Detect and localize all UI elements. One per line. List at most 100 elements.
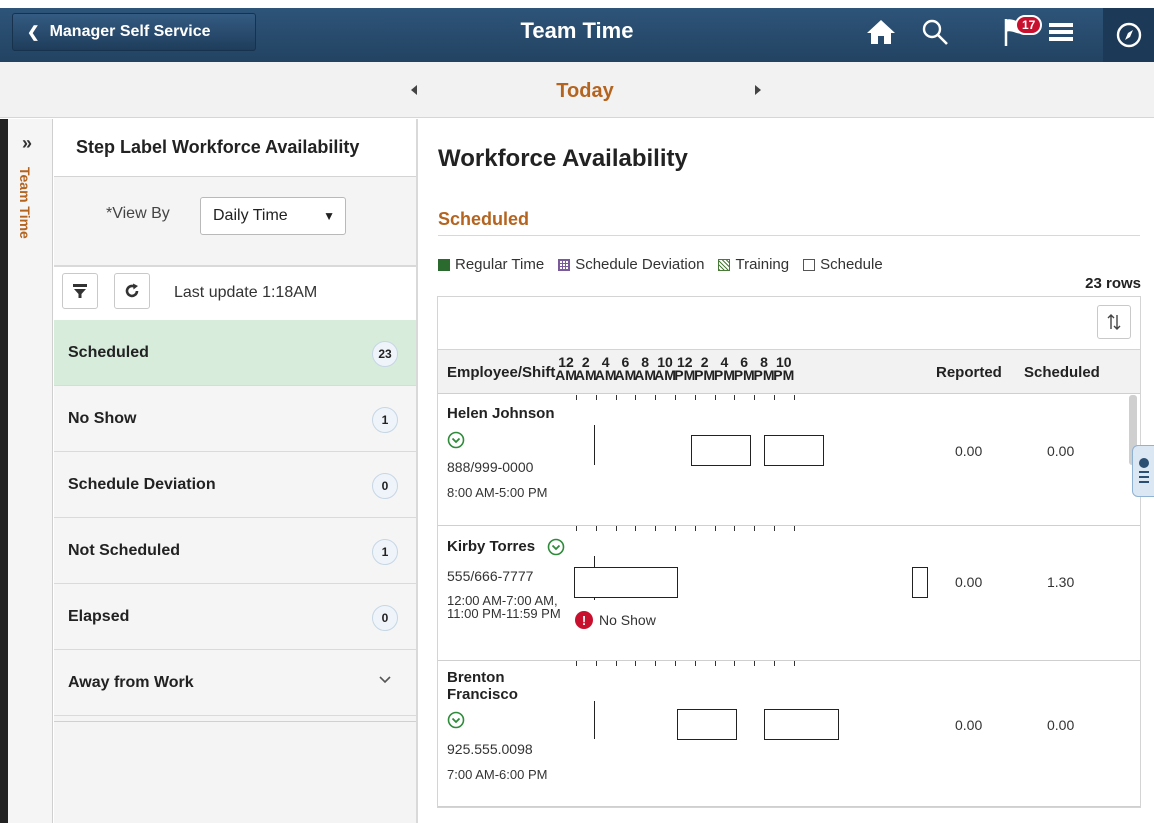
left-panel: Step Label Workforce Availability *View … [54, 119, 418, 823]
column-header-employee: Employee/Shift [447, 364, 556, 381]
schedule-bar[interactable] [764, 709, 839, 740]
category-label: Schedule Deviation [68, 475, 216, 493]
back-button[interactable]: ❮ Manager Self Service [12, 13, 256, 51]
schedule-bar[interactable] [677, 709, 737, 740]
category-schedule-deviation[interactable]: Schedule Deviation 0 [54, 452, 416, 518]
schedule-bar[interactable] [764, 435, 824, 466]
navbar-compass-icon[interactable] [1103, 8, 1154, 62]
menu-icon[interactable] [1042, 14, 1080, 50]
collapsed-side-rail: » Team Time [0, 119, 53, 823]
hour-tick [774, 661, 775, 666]
sort-button[interactable] [1097, 305, 1131, 339]
schedule-deviation-swatch [558, 258, 571, 271]
back-button-label: Manager Self Service [49, 23, 211, 40]
left-panel-title: Step Label Workforce Availability [54, 119, 416, 177]
grid-toolbar [438, 297, 1140, 350]
scheduled-value: 1.30 [1047, 574, 1075, 590]
hour-tick [793, 526, 795, 531]
status-label: No Show [599, 612, 656, 628]
category-scheduled[interactable]: Scheduled 23 [54, 320, 416, 386]
next-day-button[interactable] [748, 80, 768, 100]
table-row: Helen Johnson 888/999-0000 8:00 AM-5:00 … [438, 395, 1140, 526]
category-count-badge: 23 [372, 341, 398, 367]
category-label: Elapsed [68, 607, 130, 625]
hour-tick [694, 395, 696, 400]
view-by-label: *View By [106, 205, 170, 222]
table-row: Brenton Francisco 925.555.0098 7:00 AM-6… [438, 661, 1140, 807]
home-icon[interactable] [862, 14, 900, 50]
related-content-icon [1139, 458, 1149, 483]
previous-day-button[interactable] [404, 80, 424, 100]
expand-details-icon[interactable] [447, 431, 465, 449]
schedule-bar[interactable] [912, 567, 928, 598]
filter-button[interactable] [62, 273, 98, 309]
category-label: No Show [68, 409, 137, 427]
hour-period: PM [773, 367, 795, 383]
refresh-button[interactable] [114, 273, 150, 309]
current-time-line [594, 425, 595, 465]
hour-tick [615, 661, 617, 666]
notification-flag-icon[interactable]: 17 [998, 14, 1043, 50]
employee-name[interactable]: Kirby Torres [447, 538, 535, 555]
current-time-line [594, 701, 595, 739]
reported-value: 0.00 [955, 717, 983, 733]
employee-name[interactable]: Helen Johnson [447, 405, 555, 422]
rail-label[interactable]: Team Time [17, 167, 33, 239]
triangle-right-icon [755, 85, 761, 95]
hour-tick [655, 395, 657, 400]
employee-phone: 925.555.0098 [447, 741, 533, 757]
dropdown-caret-icon: ▼ [323, 209, 335, 223]
legend-item-schedule: Schedule [803, 256, 883, 273]
category-count-badge: 1 [372, 407, 398, 433]
schedule-bar[interactable] [691, 435, 751, 466]
hour-tick [754, 661, 756, 666]
hour-tick [734, 526, 736, 531]
column-header-reported: Reported [936, 364, 1002, 381]
hour-tick [635, 526, 637, 531]
search-icon[interactable] [916, 14, 954, 50]
hour-tick [595, 661, 597, 666]
hour-tick [714, 661, 716, 666]
rows-count: 23 rows [1085, 275, 1141, 292]
column-header-scheduled: Scheduled [1024, 364, 1100, 381]
hour-tick [635, 661, 637, 666]
legend-label: Schedule Deviation [575, 256, 705, 273]
category-count-badge: 0 [372, 605, 398, 631]
filter-toolbar: Last update 1:18AM [54, 265, 416, 321]
reported-value: 0.00 [955, 443, 983, 459]
employee-phone: 555/666-7777 [447, 568, 534, 584]
reported-value: 0.00 [955, 574, 983, 590]
notification-count-badge: 17 [1015, 15, 1043, 35]
category-not-scheduled[interactable]: Not Scheduled 1 [54, 518, 416, 584]
legend-item-schedule-deviation: Schedule Deviation [558, 256, 704, 273]
refresh-icon [125, 283, 139, 298]
hour-ticks [438, 526, 1140, 532]
related-content-tab[interactable] [1132, 445, 1154, 497]
hour-tick [774, 526, 775, 531]
legend-label: Regular Time [455, 256, 545, 273]
category-elapsed[interactable]: Elapsed 0 [54, 584, 416, 650]
hour-tick [714, 395, 716, 400]
hour-tick [576, 395, 577, 400]
view-by-select[interactable]: Daily Time ▼ [200, 197, 346, 235]
employee-name[interactable]: Brenton Francisco [447, 669, 557, 703]
category-no-show[interactable]: No Show 1 [54, 386, 416, 452]
category-count-badge: 1 [372, 539, 398, 565]
hour-tick [734, 395, 736, 400]
grid-header: Employee/Shift 12 AM 2 AM 4 AM 6 AM 8 AM 10 AM 12 PM 2… [438, 350, 1140, 394]
expand-panel-icon[interactable]: » [22, 133, 32, 154]
category-away-from-work[interactable]: Away from Work [54, 650, 416, 716]
hour-tick [734, 661, 736, 666]
divider [438, 235, 1140, 236]
chevron-left-icon: ❮ [27, 24, 40, 41]
legend-item-training: Training [718, 256, 789, 273]
schedule-bar[interactable] [574, 567, 678, 598]
legend: Regular Time Schedule Deviation Training… [438, 256, 897, 273]
employee-shift: 7:00 AM-6:00 PM [447, 767, 548, 782]
expand-details-icon[interactable] [447, 711, 465, 729]
filter-icon [73, 284, 87, 298]
legend-label: Training [735, 256, 790, 273]
category-count-badge: 0 [372, 473, 398, 499]
employee-shift: 12:00 AM-7:00 AM, 11:00 PM-11:59 PM [447, 593, 561, 621]
expand-details-icon[interactable] [547, 538, 565, 556]
